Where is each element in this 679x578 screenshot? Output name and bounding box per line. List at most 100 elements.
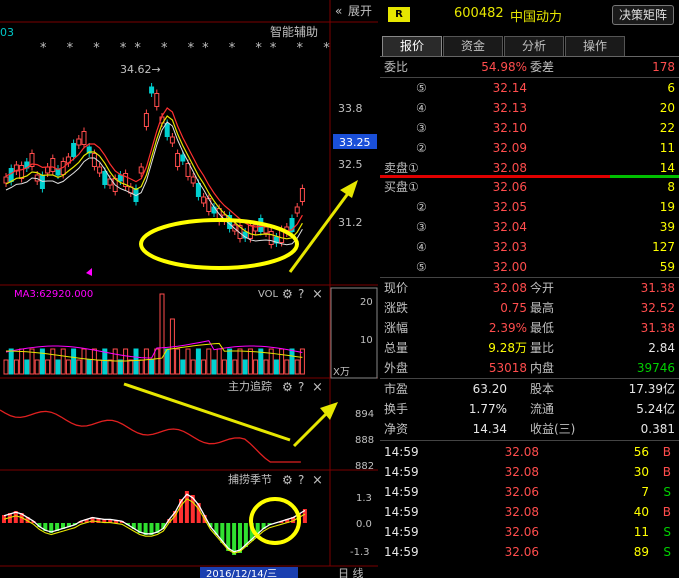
stat-value: 0.75 <box>500 301 527 315</box>
tick-volume: 40 <box>633 505 649 519</box>
chart-area[interactable]: 03 « 展开 智能辅助 * * * ** * ** * ** * * 34.6… <box>0 0 378 578</box>
candle-body <box>201 196 207 204</box>
season-axis-label: 1.3 <box>356 493 372 504</box>
tab-quote[interactable]: 报价 <box>382 36 442 56</box>
candle-body <box>3 176 9 184</box>
smart-assist-label[interactable]: 智能辅助 <box>270 24 318 39</box>
volume-bar <box>133 348 139 375</box>
help-icon[interactable]: ? <box>298 473 304 487</box>
volume-bar <box>185 348 191 375</box>
volume-bar <box>138 359 144 375</box>
volume-bar <box>149 359 155 375</box>
stat-value: 32.52 <box>640 301 675 315</box>
order-volume: 11 <box>659 141 675 155</box>
close-icon[interactable]: × <box>312 473 323 488</box>
candle-body <box>154 93 160 107</box>
candle-body <box>102 171 108 185</box>
volume-bar <box>97 359 103 375</box>
tab-analysis[interactable]: 分析 <box>504 36 564 56</box>
fund-value: 1.77% <box>468 402 507 416</box>
season-axis-label: 0.0 <box>356 519 372 530</box>
candle-body <box>91 153 97 167</box>
main-track-axis-label: 888 <box>355 435 374 446</box>
volume-bar <box>19 348 25 375</box>
order-level-label: ⑤ <box>416 81 427 95</box>
tick-side: B <box>662 465 671 479</box>
stat-value: 2.39% <box>488 321 527 335</box>
candle-body <box>247 225 253 239</box>
help-icon[interactable]: ? <box>298 380 304 394</box>
quote-stat-row: 涨跌 0.75 最高 32.52 <box>380 298 679 318</box>
stat-value: 9.28万 <box>488 341 527 355</box>
period-label[interactable]: 日 线 <box>338 566 364 578</box>
order-diff-label: 委差 <box>530 60 555 74</box>
gear-icon[interactable]: ⚙ <box>282 287 293 301</box>
volume-bar <box>3 359 9 375</box>
order-ratio-value: 54.98% <box>481 60 527 74</box>
volume-bar <box>211 359 217 375</box>
volume-bar <box>112 348 118 375</box>
tab-funds[interactable]: 资金 <box>443 36 503 56</box>
expand-button[interactable]: 展开 <box>348 4 372 18</box>
candle-body <box>76 138 82 146</box>
quote-tabs: 报价 资金 分析 操作 <box>380 36 679 56</box>
tick-volume: 56 <box>633 445 649 459</box>
stat-value: 53018 <box>488 361 527 375</box>
fund-value: 17.39亿 <box>628 382 675 396</box>
tick-volume: 30 <box>633 465 649 479</box>
volume-bar <box>55 359 61 375</box>
order-volume: 39 <box>659 220 675 234</box>
candle-body <box>143 113 149 127</box>
stock-code: 600482 <box>454 6 504 21</box>
tick-side: S <box>663 485 671 499</box>
r-badge: R <box>388 7 410 22</box>
stat-value: 2.84 <box>648 341 675 355</box>
order-price: 32.10 <box>492 121 527 135</box>
volume-bar <box>221 359 227 375</box>
volume-bar <box>24 359 30 375</box>
close-icon[interactable]: × <box>312 380 323 395</box>
fundamental-row: 换手 1.77% 流通 5.24亿 <box>380 399 679 419</box>
close-icon[interactable]: × <box>312 287 323 302</box>
season-bars <box>2 491 307 555</box>
volume-bar <box>164 348 170 375</box>
volume-bar <box>206 348 212 375</box>
order-volume: 6 <box>667 81 675 95</box>
chart-svg[interactable]: 03 « 展开 智能辅助 * * * ** * ** * ** * * 34.6… <box>0 0 378 578</box>
tick-row: 14:59 32.08 30 B <box>380 462 679 482</box>
order-price: 32.05 <box>492 200 527 214</box>
candle-body <box>190 176 196 184</box>
vol-axis-label: 10 <box>360 335 373 346</box>
volume-bar <box>253 359 259 375</box>
tick-row: 14:59 32.06 89 S <box>380 542 679 562</box>
stat-label: 涨幅 <box>384 321 409 335</box>
stat-value: 31.38 <box>640 281 675 295</box>
help-icon[interactable]: ? <box>298 287 304 301</box>
vol-ma-label: MA3:62920.000 <box>14 289 93 300</box>
candle-body <box>8 168 14 182</box>
volume-bar <box>299 348 305 375</box>
tab-operation[interactable]: 操作 <box>565 36 625 56</box>
decision-matrix-button[interactable]: 决策矩阵 <box>612 5 674 25</box>
candle-body <box>117 174 123 182</box>
gear-icon[interactable]: ⚙ <box>282 473 293 487</box>
stat-label: 量比 <box>530 341 555 355</box>
candle-body <box>195 183 201 197</box>
volume-bar <box>227 348 233 375</box>
stat-label: 最低 <box>530 321 555 335</box>
stat-label: 现价 <box>384 281 409 295</box>
order-volume: 22 <box>659 121 675 135</box>
tick-volume: 89 <box>633 545 649 559</box>
fund-label: 换手 <box>384 402 409 416</box>
tick-side: S <box>663 525 671 539</box>
volume-bar <box>86 359 92 375</box>
buy-order-row: ② 32.05 19 <box>380 197 679 217</box>
fundamental-row: 市盈 63.20 股本 17.39亿 <box>380 379 679 399</box>
tick-side: S <box>663 545 671 559</box>
price-axis-label: 32.5 <box>338 158 363 171</box>
season-axis-label: -1.3 <box>350 547 370 558</box>
sell-order-row: ④ 32.13 20 <box>380 98 679 118</box>
gear-icon[interactable]: ⚙ <box>282 380 293 394</box>
quote-stat-row: 涨幅 2.39% 最低 31.38 <box>380 318 679 338</box>
volume-bar <box>216 348 222 375</box>
